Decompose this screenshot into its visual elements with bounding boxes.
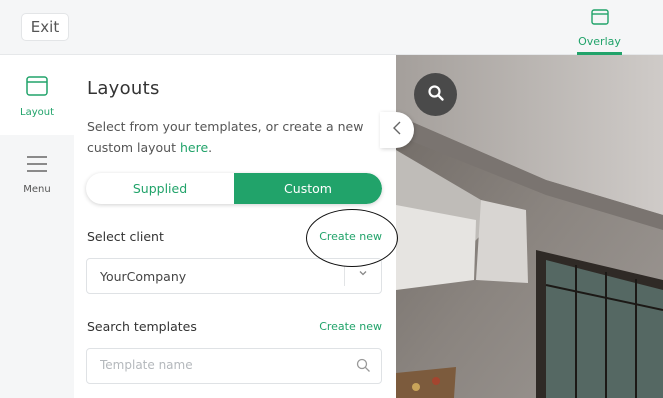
menu-icon bbox=[26, 155, 48, 176]
chevron-left-icon bbox=[391, 120, 403, 140]
layout-source-toggle: Supplied Custom bbox=[86, 173, 382, 204]
nav-item-label: Menu bbox=[23, 184, 51, 195]
toggle-custom[interactable]: Custom bbox=[234, 173, 382, 204]
chevron-down-icon[interactable] bbox=[357, 267, 369, 282]
template-search bbox=[86, 348, 382, 384]
panel-description: Select from your templates, or create a … bbox=[87, 116, 367, 158]
search-templates-label: Search templates bbox=[87, 319, 197, 334]
nav-item-layout[interactable]: Layout bbox=[0, 55, 74, 135]
panel-title: Layouts bbox=[87, 78, 160, 99]
annotation-circle bbox=[306, 209, 398, 267]
nav-item-label: Layout bbox=[20, 107, 54, 118]
select-client-label: Select client bbox=[87, 229, 164, 244]
client-select-value: YourCompany bbox=[100, 269, 187, 284]
layout-icon bbox=[26, 76, 48, 99]
nav-item-menu[interactable]: Menu bbox=[0, 155, 74, 215]
viewer-search-button[interactable] bbox=[414, 73, 457, 116]
here-link[interactable]: here bbox=[180, 140, 208, 155]
toggle-supplied[interactable]: Supplied bbox=[86, 173, 234, 204]
overlay-icon bbox=[590, 9, 609, 28]
template-search-input[interactable] bbox=[98, 357, 342, 373]
tab-overlay[interactable]: Overlay bbox=[577, 9, 622, 55]
search-icon bbox=[427, 84, 445, 106]
exit-button[interactable]: Exit bbox=[21, 13, 69, 41]
top-bar: Exit Overlay bbox=[0, 0, 663, 55]
select-divider bbox=[344, 266, 345, 286]
description-end: . bbox=[208, 140, 213, 155]
description-text: Select from your templates, or create a … bbox=[87, 119, 364, 155]
create-template-link[interactable]: Create new bbox=[319, 320, 382, 333]
search-icon bbox=[356, 358, 371, 377]
left-nav: Layout Menu bbox=[0, 55, 74, 398]
tab-overlay-label: Overlay bbox=[578, 35, 621, 48]
